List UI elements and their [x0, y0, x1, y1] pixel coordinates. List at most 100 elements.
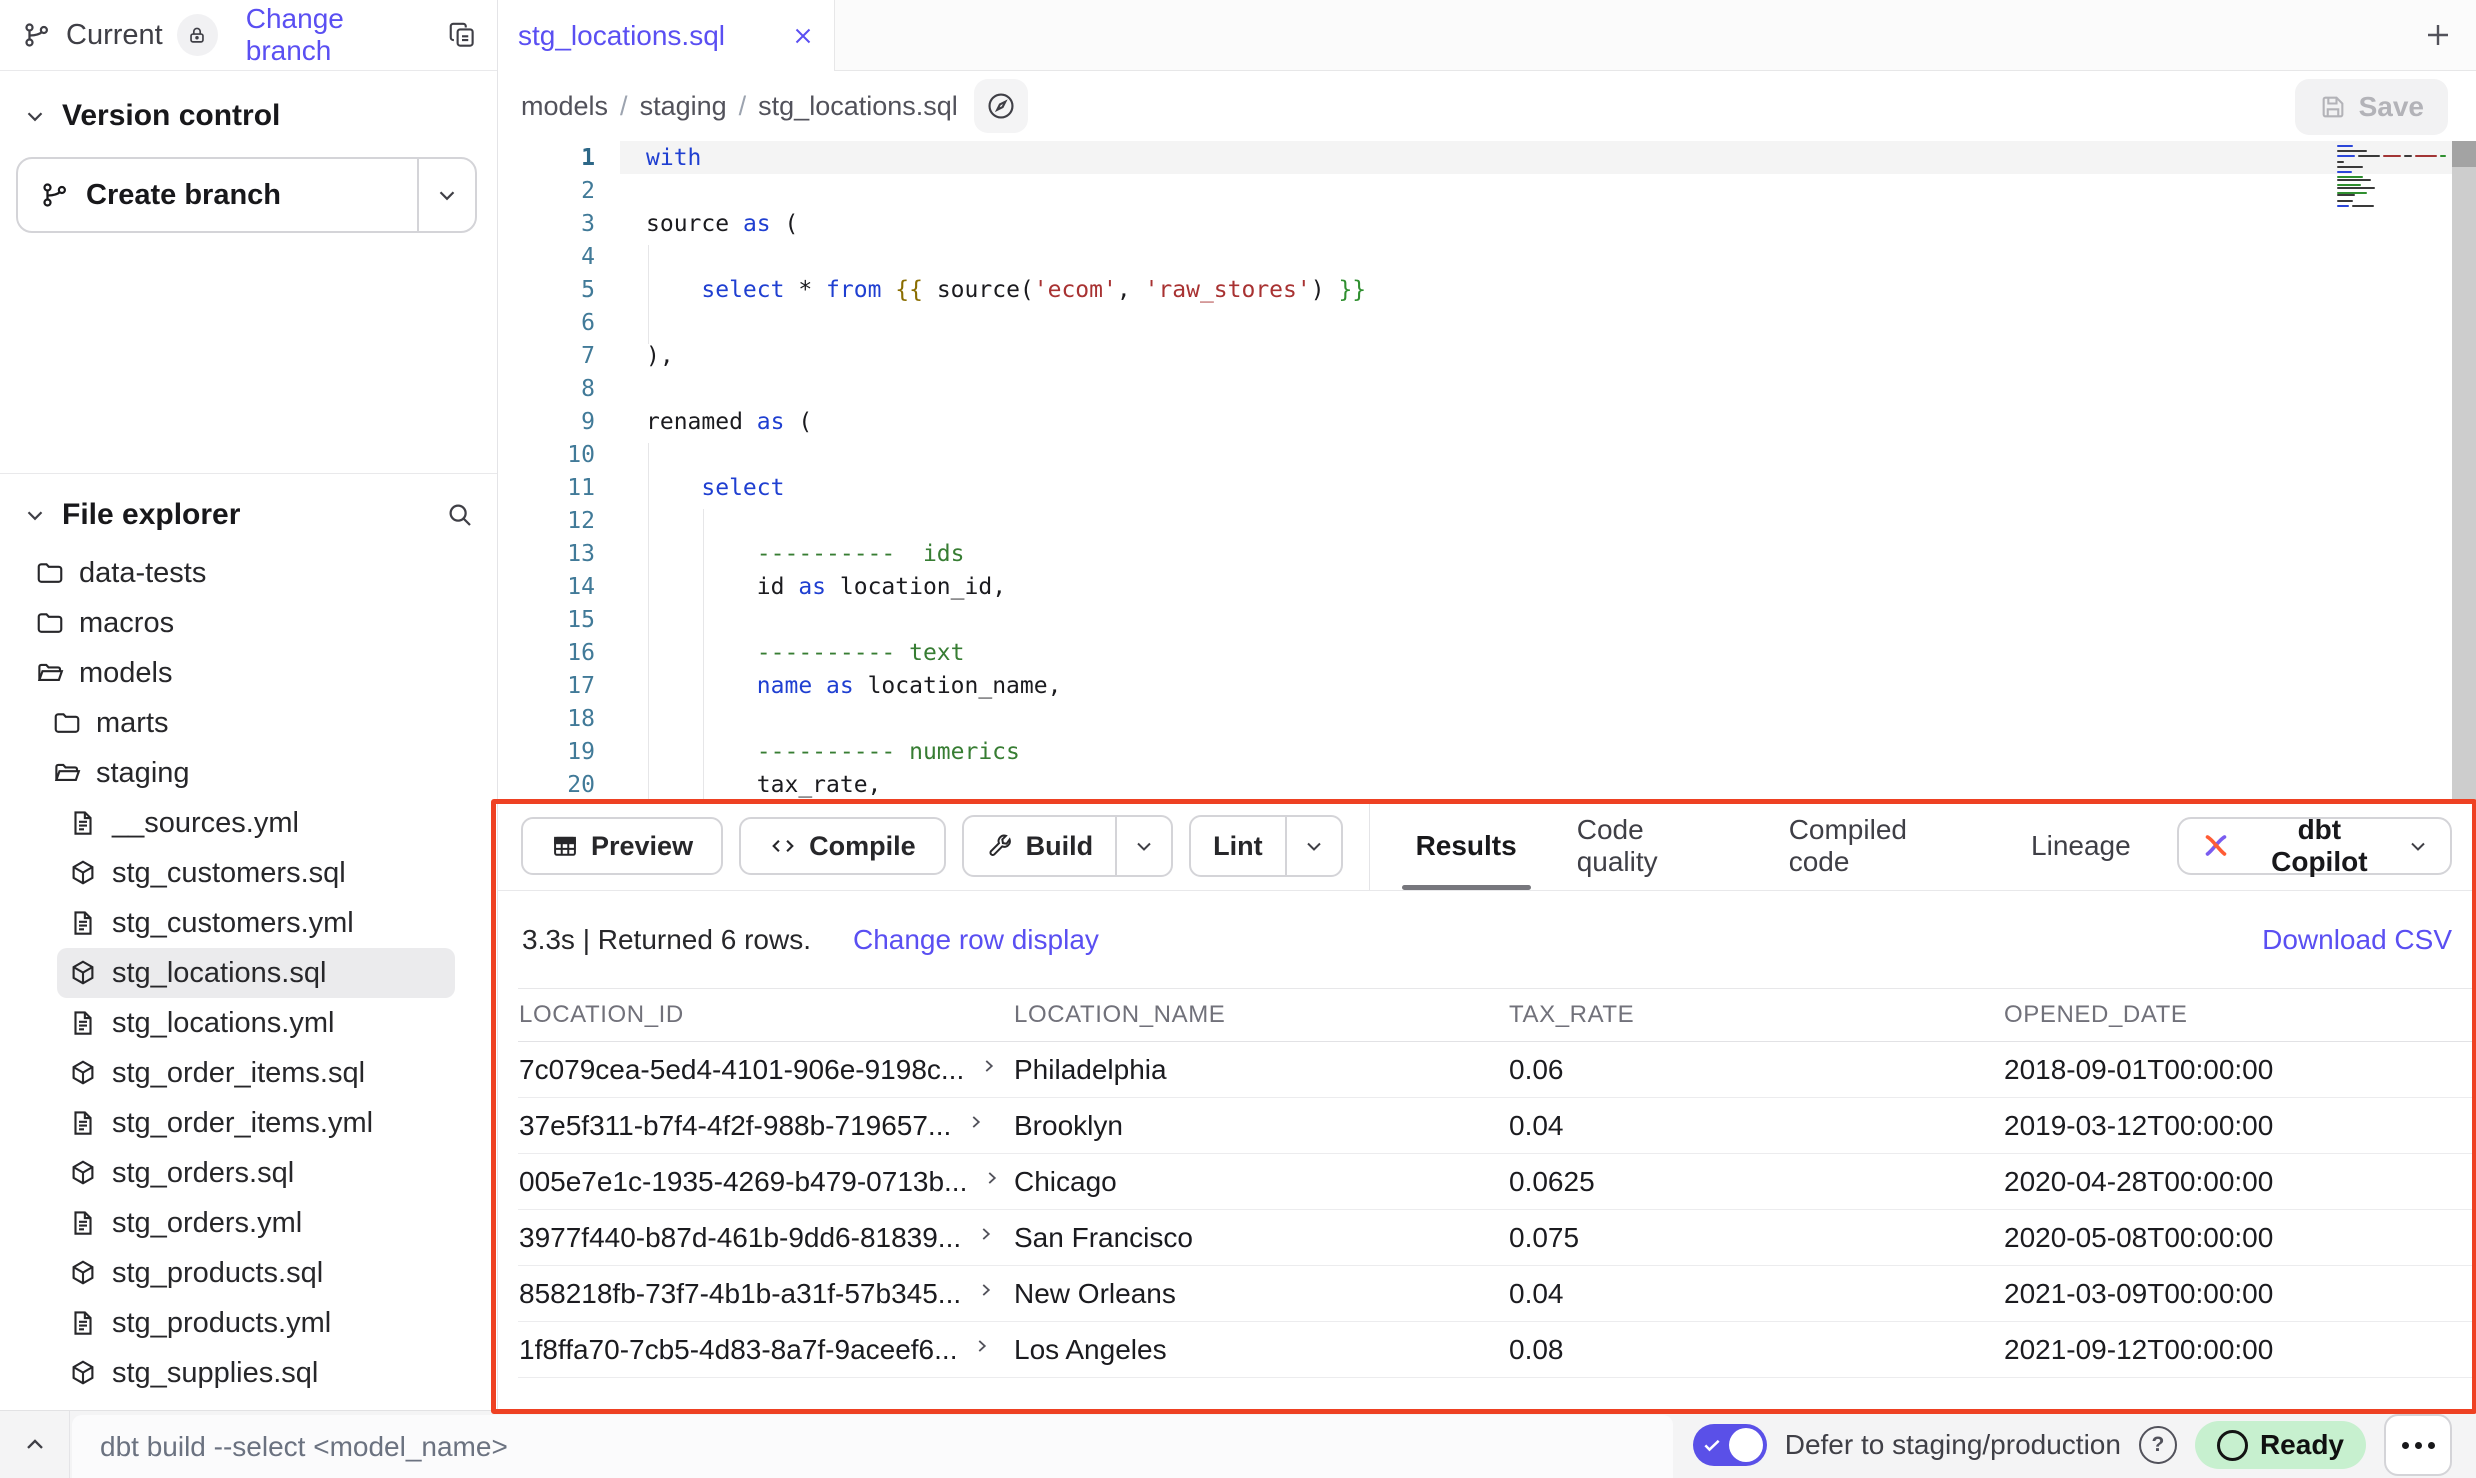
file-item-stg-order-items-sql[interactable]: stg_order_items.sql: [57, 1048, 455, 1098]
statusbar-right: Defer to staging/production ? Ready: [1693, 1414, 2476, 1476]
folder-open-icon: [52, 758, 82, 788]
model-icon: [68, 1258, 98, 1288]
line-number: 13: [498, 541, 603, 567]
create-branch-menu-button[interactable]: [417, 159, 475, 231]
help-icon[interactable]: ?: [2139, 1426, 2177, 1464]
new-tab-button[interactable]: [2422, 19, 2454, 51]
file-item-stg-products-yml[interactable]: stg_products.yml: [57, 1298, 455, 1348]
preview-button[interactable]: Preview: [521, 817, 723, 875]
results-panel: Preview Compile: [498, 802, 2476, 1410]
version-control-header[interactable]: Version control: [0, 71, 497, 133]
file-item-stg-customers-sql[interactable]: stg_customers.sql: [57, 848, 455, 898]
compile-button[interactable]: Compile: [739, 817, 946, 875]
git-branch-icon: [22, 20, 52, 50]
file-item-label: stg_products.yml: [112, 1307, 331, 1340]
tab-results[interactable]: Results: [1386, 802, 1547, 890]
editor-scrollbar[interactable]: [2452, 141, 2476, 802]
cell: 2020-05-08T00:00:00: [2003, 1210, 2476, 1266]
file-item-stg-orders-yml[interactable]: stg_orders.yml: [57, 1198, 455, 1248]
file-item-macros[interactable]: macros: [24, 598, 455, 648]
file-item-label: stg_orders.yml: [112, 1207, 302, 1240]
dbt-copilot-logo-icon: [2199, 829, 2233, 863]
expand-row-icon[interactable]: [971, 1335, 993, 1357]
command-input[interactable]: dbt build --select <model_name>: [72, 1415, 1673, 1478]
expand-row-icon[interactable]: [975, 1223, 997, 1245]
file-item-stg-customers-yml[interactable]: stg_customers.yml: [57, 898, 455, 948]
change-row-display-link[interactable]: Change row display: [853, 924, 1099, 956]
code-line-18: 18: [498, 702, 2476, 735]
command-placeholder: dbt build --select <model_name>: [100, 1431, 508, 1463]
table-row: 005e7e1c-1935-4269-b479-0713b...Chicago0…: [518, 1154, 2476, 1210]
file-item-stg-products-sql[interactable]: stg_products.sql: [57, 1248, 455, 1298]
tab-compiled-code[interactable]: Compiled code: [1759, 802, 2001, 890]
file-item-label: stg_locations.yml: [112, 1007, 334, 1040]
model-icon: [68, 1058, 98, 1088]
expand-row-icon[interactable]: [978, 1055, 1000, 1077]
dbt-copilot-button[interactable]: dbt Copilot: [2177, 817, 2452, 875]
more-options-button[interactable]: [2384, 1414, 2452, 1476]
lint-button[interactable]: Lint: [1191, 817, 1284, 875]
indent-guide: [703, 509, 704, 802]
scrollbar-thumb[interactable]: [2452, 141, 2476, 167]
build-button[interactable]: Build: [964, 817, 1116, 875]
build-menu-button[interactable]: [1115, 817, 1171, 875]
download-csv-link[interactable]: Download CSV: [2262, 924, 2452, 956]
breadcrumb-models[interactable]: models: [521, 91, 608, 122]
file-item-stg-locations-sql[interactable]: stg_locations.sql: [57, 948, 455, 998]
cell: 2018-09-01T00:00:00: [2003, 1042, 2476, 1098]
save-button[interactable]: Save: [2295, 79, 2448, 135]
table-body: 7c079cea-5ed4-4101-906e-9198c...Philadel…: [518, 1042, 2476, 1378]
defer-toggle[interactable]: [1693, 1424, 1767, 1466]
collapse-panel-button[interactable]: [0, 1411, 69, 1478]
file-item-stg-order-items-yml[interactable]: stg_order_items.yml: [57, 1098, 455, 1148]
cell: 2021-03-09T00:00:00: [2003, 1266, 2476, 1322]
line-number: 16: [498, 640, 603, 666]
toolbar-divider: [1369, 802, 1370, 890]
code-line-2: 2: [498, 174, 2476, 207]
file-item-stg-orders-sql[interactable]: stg_orders.sql: [57, 1148, 455, 1198]
model-icon: [68, 858, 98, 888]
tab-code-quality[interactable]: Code quality: [1547, 802, 1759, 890]
file-item-stg-supplies-sql[interactable]: stg_supplies.sql: [57, 1348, 455, 1398]
expand-row-icon[interactable]: [975, 1279, 997, 1301]
copy-icon[interactable]: [447, 20, 477, 50]
lint-menu-button[interactable]: [1285, 817, 1341, 875]
line-number: 18: [498, 706, 603, 732]
folder-icon: [35, 558, 65, 588]
model-icon: [68, 1358, 98, 1388]
table-row: 858218fb-73f7-4b1b-a31f-57b345...New Orl…: [518, 1266, 2476, 1322]
file-item--sources-yml[interactable]: __sources.yml: [57, 798, 455, 848]
cell: Chicago: [1013, 1154, 1508, 1210]
code-text: select * from {{ source('ecom', 'raw_sto…: [603, 277, 1366, 303]
file-explorer-header[interactable]: File explorer: [0, 474, 497, 532]
code-line-14: 14 id as location_id,: [498, 570, 2476, 603]
search-icon[interactable]: [445, 500, 475, 530]
change-branch-link[interactable]: Change branch: [246, 3, 433, 67]
file-item-data-tests[interactable]: data-tests: [24, 548, 455, 598]
line-number: 1: [498, 145, 603, 171]
code-text: with: [603, 145, 701, 171]
ready-label: Ready: [2260, 1429, 2344, 1461]
expand-row-icon[interactable]: [981, 1167, 1003, 1189]
tab-stg-locations[interactable]: stg_locations.sql: [498, 0, 835, 71]
create-branch-button[interactable]: Create branch: [18, 159, 417, 231]
line-number: 3: [498, 211, 603, 237]
lineage-compass-button[interactable]: [974, 79, 1028, 133]
breadcrumb-file[interactable]: stg_locations.sql: [758, 91, 958, 122]
code-editor[interactable]: 1with23source as (45 select * from {{ so…: [498, 141, 2476, 802]
file-explorer-list: data-testsmacros models martsstaging__sour…: [0, 548, 497, 1398]
cell: 0.0625: [1508, 1154, 2003, 1210]
file-item-label: models: [79, 657, 173, 690]
file-item-label: stg_supplies.sql: [112, 1357, 318, 1390]
file-item-staging[interactable]: staging: [41, 748, 455, 798]
line-number: 4: [498, 244, 603, 270]
close-icon[interactable]: [790, 23, 816, 49]
model-icon: [68, 958, 98, 988]
file-icon: [68, 1108, 98, 1138]
file-item-models[interactable]: models: [24, 648, 455, 698]
expand-row-icon[interactable]: [965, 1111, 987, 1133]
file-item-stg-locations-yml[interactable]: stg_locations.yml: [57, 998, 455, 1048]
file-item-marts[interactable]: marts: [41, 698, 455, 748]
breadcrumb-staging[interactable]: staging: [640, 91, 727, 122]
tab-lineage[interactable]: Lineage: [2001, 802, 2161, 890]
